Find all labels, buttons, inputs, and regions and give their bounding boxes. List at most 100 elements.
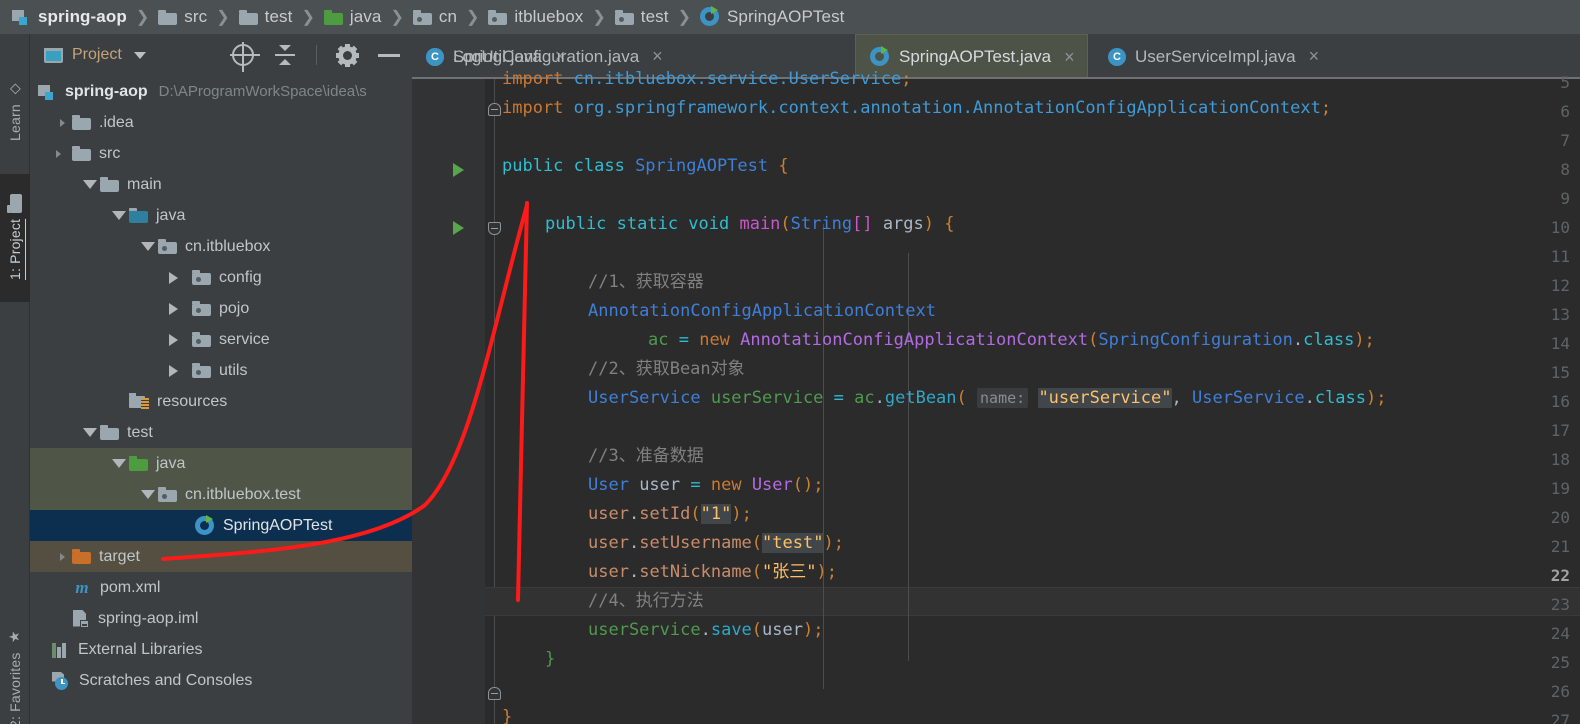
tree-item-main-java[interactable]: java (30, 200, 412, 231)
tree-item-cn-itbluebox[interactable]: cn.itbluebox (30, 231, 412, 262)
tree-item-spring-aop-iml[interactable]: spring-aop.iml (30, 603, 412, 634)
tree-item-test[interactable]: test (30, 417, 412, 448)
tree-item-config[interactable]: config (30, 262, 412, 293)
project-label: 1: Project (7, 218, 23, 281)
chevron-down-icon[interactable] (133, 51, 146, 59)
close-icon[interactable]: × (652, 46, 663, 67)
tree-item-path: D:\AProgramWorkSpace\idea\s (158, 83, 367, 100)
tree-item-label: java (156, 206, 186, 224)
tree-item-pom-xml[interactable]: m pom.xml (30, 572, 412, 603)
package-icon (192, 270, 211, 285)
tree-item-src[interactable]: src (30, 138, 412, 169)
fold-indicator-line (494, 79, 495, 724)
folder-icon (72, 115, 91, 130)
chevron-down-icon[interactable] (80, 180, 100, 189)
chevron-right-icon[interactable] (163, 302, 183, 315)
breadcrumb-item-java[interactable]: java (322, 7, 384, 27)
tree-item-resources[interactable]: resources (30, 386, 412, 417)
tree-item-target[interactable]: target (30, 541, 412, 572)
folder-green-icon (129, 456, 148, 471)
breadcrumb-separator-icon: ❯ (135, 9, 150, 26)
breadcrumb-item-itbluebox[interactable]: itbluebox (486, 7, 585, 27)
tree-item-label: target (99, 547, 140, 565)
tree-item-spring-aop[interactable]: spring-aop D:\AProgramWorkSpace\idea\s (30, 76, 412, 107)
tree-item-label: pojo (219, 299, 250, 317)
run-gutter-icon[interactable] (453, 221, 464, 235)
run-class-icon (195, 514, 215, 536)
code-line-8: public class SpringAOPTest { (502, 156, 789, 176)
tree-item-scratches-and-consoles[interactable]: Scratches and Consoles (30, 665, 412, 696)
tree-item-main[interactable]: main (30, 169, 412, 200)
code-line-21: user.setUsername("test"); (588, 533, 844, 553)
fold-icon[interactable] (488, 103, 501, 116)
tree-item-label: SpringAOPTest (223, 516, 333, 534)
scratches-icon (52, 671, 71, 690)
code-line-25: } (545, 649, 556, 669)
editor-tab-userserviceimpl[interactable]: UserServiceImpl.java × (1094, 34, 1331, 79)
hide-icon[interactable] (378, 53, 400, 57)
code-line-12: //1、获取容器 (588, 272, 704, 292)
breadcrumb-item-test-pkg[interactable]: test (613, 7, 671, 27)
tree-item-cn-itbluebox-test[interactable]: cn.itbluebox.test (30, 479, 412, 510)
tree-item-test-java[interactable]: java (30, 448, 412, 479)
tree-item-label: service (219, 330, 270, 348)
tree-item-idea[interactable]: .idea (30, 107, 412, 138)
tool-window-button-learn[interactable]: Learn ◇ (0, 62, 30, 158)
run-gutter-icon[interactable] (453, 163, 464, 177)
project-tree[interactable]: spring-aop D:\AProgramWorkSpace\idea\s .… (30, 76, 412, 724)
chevron-down-icon[interactable] (109, 459, 129, 468)
collapse-all-icon[interactable] (274, 45, 296, 65)
folder-icon (8, 193, 23, 213)
chevron-right-icon[interactable] (163, 364, 183, 377)
breadcrumb-separator-icon: ❯ (592, 9, 606, 26)
code-line-16: UserService userService = ac.getBean( na… (588, 388, 1387, 408)
tree-item-utils[interactable]: utils (30, 355, 412, 386)
breadcrumb-label: SpringAOPTest (726, 7, 845, 26)
fold-icon[interactable] (488, 222, 501, 235)
tree-item-label: spring-aop (65, 82, 148, 100)
tree-item-label: src (99, 144, 121, 162)
class-icon (426, 47, 444, 66)
locate-icon[interactable] (230, 42, 260, 72)
tree-item-pojo[interactable]: pojo (30, 293, 412, 324)
chevron-down-icon[interactable] (138, 490, 158, 499)
tree-item-springaoptest[interactable]: SpringAOPTest (30, 510, 412, 541)
folder-icon (72, 146, 91, 161)
run-class-icon (870, 46, 890, 67)
close-icon[interactable]: × (1064, 47, 1075, 68)
tool-window-button-project[interactable]: 1: Project (0, 174, 30, 302)
chevron-down-icon[interactable] (109, 211, 129, 220)
tool-window-button-favorites[interactable]: 2: Favorites ★ (0, 614, 30, 724)
breadcrumb-separator-icon: ❯ (466, 9, 480, 26)
fold-icon[interactable] (488, 687, 501, 700)
breadcrumb-item-springaoptest[interactable]: SpringAOPTest (698, 6, 847, 27)
chevron-right-icon[interactable] (163, 271, 183, 284)
project-tool-window: Project spring-aop D:\AProgramWorkSpace\… (30, 34, 412, 724)
chevron-right-icon[interactable] (52, 552, 72, 561)
package-icon (192, 332, 211, 347)
tree-item-external-libraries[interactable]: External Libraries (30, 634, 412, 665)
code-line-19: User user = new User(); (588, 475, 824, 495)
tree-item-label: main (127, 175, 162, 193)
breadcrumb-item-spring-aop[interactable]: spring-aop (10, 7, 129, 27)
tree-item-label: test (127, 423, 153, 441)
star-icon: ★ (6, 628, 24, 645)
breadcrumb-item-cn[interactable]: cn (411, 7, 459, 27)
code-editor[interactable]: 5 6 7 8 9 10 11 12 13 14 15 16 17 18 19 … (412, 69, 1580, 724)
editor-gutter[interactable] (412, 79, 485, 724)
code-line-6: import org.springframework.context.annot… (502, 98, 1332, 118)
tree-item-service[interactable]: service (30, 324, 412, 355)
chevron-right-icon[interactable] (52, 118, 72, 127)
close-icon[interactable]: × (1309, 46, 1320, 67)
settings-gear-icon[interactable] (336, 43, 359, 67)
tree-item-label: pom.xml (100, 578, 161, 596)
chevron-down-icon[interactable] (138, 242, 158, 251)
code-text[interactable]: import cn.itbluebox.service.UserService;… (502, 69, 1580, 724)
chevron-down-icon[interactable] (52, 149, 72, 158)
breadcrumb-item-src[interactable]: src (156, 7, 209, 27)
breadcrumb-item-test[interactable]: test (237, 7, 295, 27)
chevron-down-icon[interactable] (80, 428, 100, 437)
folder-orange-icon (72, 549, 91, 564)
chevron-right-icon[interactable] (163, 333, 183, 346)
code-line-10: public static void main(String[] args) { (545, 214, 955, 234)
